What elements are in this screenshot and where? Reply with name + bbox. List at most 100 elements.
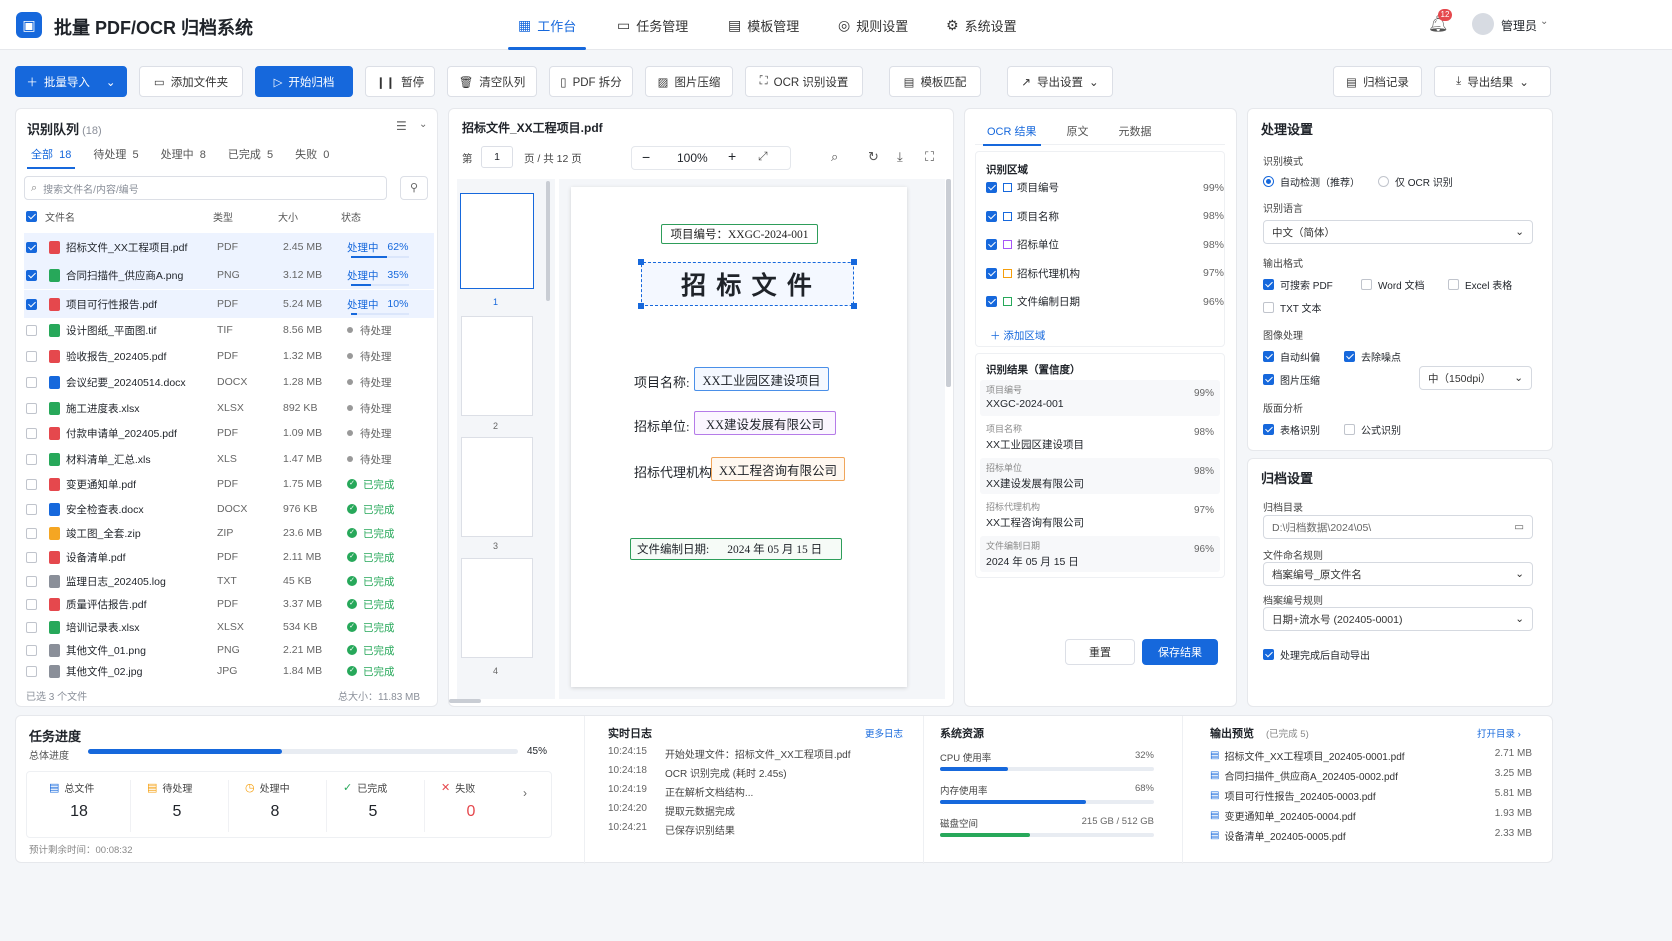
formula-recognition-checkbox[interactable]: 公式识别 [1344, 422, 1401, 437]
ocr-settings-button[interactable]: ⛶ OCR 识别设置 [745, 66, 863, 97]
code-rule-select[interactable]: 日期+流水号 (202405-0001) ⌄ [1263, 607, 1533, 631]
pdf-split-button[interactable]: ▯ PDF 拆分 [549, 66, 633, 97]
table-row[interactable]: 会议纪要_20240514.docx DOCX 1.28 MB 待处理 [24, 371, 434, 393]
format-pdf-checkbox[interactable]: 可搜索 PDF [1263, 277, 1333, 292]
nav-system[interactable]: ⚙ 系统设置 [946, 0, 1017, 50]
table-row[interactable]: 变更通知单.pdf PDF 1.75 MB ✓ 已完成 [24, 473, 434, 495]
chevron-down-icon[interactable]: ⌄ [419, 119, 427, 130]
region-agent[interactable]: XX工程咨询有限公司 [711, 457, 845, 481]
tab-done[interactable]: 已完成 5 [228, 146, 273, 162]
filter-list-icon[interactable]: ☰ [396, 119, 407, 133]
mode-auto-radio[interactable]: 自动检测（推荐） [1263, 174, 1360, 189]
clear-queue-button[interactable]: 🗑︎ 清空队列 [447, 66, 537, 97]
region-project-code[interactable]: 项目编号：XXGC-2024-001 [661, 224, 818, 244]
region-item[interactable]: 招标单位 98% [986, 237, 1224, 252]
filter-icon[interactable]: ⚲ [400, 176, 428, 200]
user-name[interactable]: 管理员 [1501, 17, 1537, 34]
resize-handle[interactable] [638, 303, 644, 309]
table-row[interactable]: 设备清单.pdf PDF 2.11 MB ✓ 已完成 [24, 546, 434, 568]
output-file[interactable]: ▤ 项目可行性报告_202405-0003.pdf 5.81 MB [1210, 788, 1532, 803]
row-checkbox[interactable] [26, 644, 37, 656]
region-checkbox[interactable] [986, 267, 997, 279]
row-checkbox[interactable] [26, 269, 37, 281]
export-settings-button[interactable]: ↗ 导出设置 ⌄ [1007, 66, 1113, 97]
batch-import-button[interactable]: ＋批量导入 ⌄ [15, 66, 127, 97]
export-results-button[interactable]: ⤓ 导出结果 ⌄ [1434, 66, 1551, 97]
tab-original[interactable]: 原文 [1067, 123, 1089, 139]
row-checkbox[interactable] [26, 427, 37, 439]
pause-button[interactable]: ❙❙ 暂停 [365, 66, 435, 97]
more-logs-link[interactable]: 更多日志 [865, 726, 903, 740]
table-row[interactable]: 其他文件_02.jpg JPG 1.84 MB ✓ 已完成 [24, 660, 434, 682]
row-checkbox[interactable] [26, 598, 37, 610]
region-bidding-unit[interactable]: XX建设发展有限公司 [694, 411, 836, 435]
row-checkbox[interactable] [26, 376, 37, 388]
table-row[interactable]: 其他文件_01.png PNG 2.21 MB ✓ 已完成 [24, 639, 434, 661]
naming-rule-select[interactable]: 档案编号_原文件名 ⌄ [1263, 562, 1533, 586]
region-checkbox[interactable] [986, 239, 997, 250]
dpi-select[interactable]: 中（150dpi） ⌄ [1419, 366, 1532, 390]
output-file[interactable]: ▤ 招标文件_XX工程项目_202405-0001.pdf 2.71 MB [1210, 748, 1532, 763]
output-file[interactable]: ▤ 设备清单_202405-0005.pdf 2.33 MB [1210, 828, 1532, 843]
result-item[interactable]: 招标代理机构 XX工程咨询有限公司 97% [980, 497, 1220, 533]
result-item[interactable]: 文件编制日期 2024 年 05 月 15 日 96% [980, 536, 1220, 572]
row-checkbox[interactable] [26, 575, 37, 587]
region-checkbox[interactable] [986, 182, 997, 193]
avatar[interactable] [1472, 13, 1494, 35]
doc-title[interactable]: 招 标 文 件 [641, 262, 854, 306]
result-item[interactable]: 招标单位 XX建设发展有限公司 98% [980, 458, 1220, 494]
fit-icon[interactable]: ⤢ [758, 149, 768, 164]
row-checkbox[interactable] [26, 402, 37, 414]
row-checkbox[interactable] [26, 527, 37, 539]
row-checkbox[interactable] [26, 551, 37, 563]
nav-tasks[interactable]: ▭ 任务管理 [617, 0, 688, 50]
row-checkbox[interactable] [26, 503, 37, 515]
table-row[interactable]: 付款申请单_202405.pdf PDF 1.09 MB 待处理 [24, 422, 434, 444]
chevron-right-icon[interactable]: › [523, 786, 527, 800]
table-row[interactable]: 竣工图_全套.zip ZIP 23.6 MB ✓ 已完成 [24, 522, 434, 544]
deskew-checkbox[interactable]: 自动纠偏 [1263, 349, 1320, 364]
region-checkbox[interactable] [986, 210, 997, 222]
resize-handle[interactable] [851, 303, 857, 309]
save-result-button[interactable]: 保存结果 [1142, 639, 1218, 665]
resize-handle[interactable] [851, 259, 857, 265]
table-row[interactable]: 设计图纸_平面图.tif TIF 8.56 MB 待处理 [24, 319, 434, 341]
archive-log-button[interactable]: ▤ 归档记录 [1333, 66, 1422, 97]
table-row[interactable]: 施工进度表.xlsx XLSX 892 KB 待处理 [24, 397, 434, 419]
nav-templates[interactable]: ▤ 模板管理 [728, 0, 799, 50]
table-row[interactable]: 监理日志_202405.log TXT 45 KB ✓ 已完成 [24, 570, 434, 592]
rotate-icon[interactable]: ↻ [868, 149, 879, 165]
open-directory-link[interactable]: 打开目录 › [1477, 726, 1521, 740]
language-select[interactable]: 中文（简体） ⌄ [1263, 220, 1533, 244]
thumbnail-page-4[interactable] [461, 558, 533, 658]
row-checkbox[interactable] [26, 453, 37, 465]
auto-export-checkbox[interactable]: 处理完成后自动导出 [1263, 647, 1370, 662]
format-excel-checkbox[interactable]: Excel 表格 [1448, 277, 1512, 292]
table-row[interactable]: 培训记录表.xlsx XLSX 534 KB ✓ 已完成 [24, 616, 434, 638]
tab-processing[interactable]: 处理中 8 [161, 146, 206, 162]
template-match-button[interactable]: ▤ 模板匹配 [889, 66, 981, 97]
table-recognition-checkbox[interactable]: 表格识别 [1263, 422, 1320, 437]
chevron-down-icon[interactable]: ⌄ [1540, 16, 1548, 27]
nav-workbench[interactable]: ▦ 工作台 [507, 0, 587, 50]
select-all-checkbox[interactable] [26, 211, 37, 222]
nav-rules[interactable]: ◎ 规则设置 [838, 0, 908, 50]
thumbnail-page-1[interactable] [460, 193, 534, 289]
download-icon[interactable]: ⤓ [897, 149, 903, 165]
output-file[interactable]: ▤ 合同扫描件_供应商A_202405-0002.pdf 3.25 MB [1210, 768, 1532, 783]
page-input[interactable]: 1 [481, 146, 513, 168]
page-scrollbar[interactable] [946, 179, 951, 387]
region-item[interactable]: 文件编制日期 96% [986, 294, 1224, 309]
tab-ocr-result[interactable]: OCR 结果 [983, 123, 1040, 146]
region-checkbox[interactable] [986, 296, 997, 307]
h-scrollbar[interactable] [449, 699, 481, 703]
search-input[interactable]: ⌕ 搜索文件名/内容/编号 [24, 176, 387, 200]
tab-metadata[interactable]: 元数据 [1119, 123, 1152, 139]
image-compress-button[interactable]: ▨ 图片压缩 [645, 66, 733, 97]
row-checkbox[interactable] [26, 621, 37, 633]
row-checkbox[interactable] [26, 665, 37, 677]
denoise-checkbox[interactable]: 去除噪点 [1344, 349, 1401, 364]
thumbnail-page-2[interactable] [461, 316, 533, 416]
region-item[interactable]: 项目名称 98% [986, 209, 1224, 224]
thumbnail-scrollbar[interactable] [546, 181, 550, 301]
